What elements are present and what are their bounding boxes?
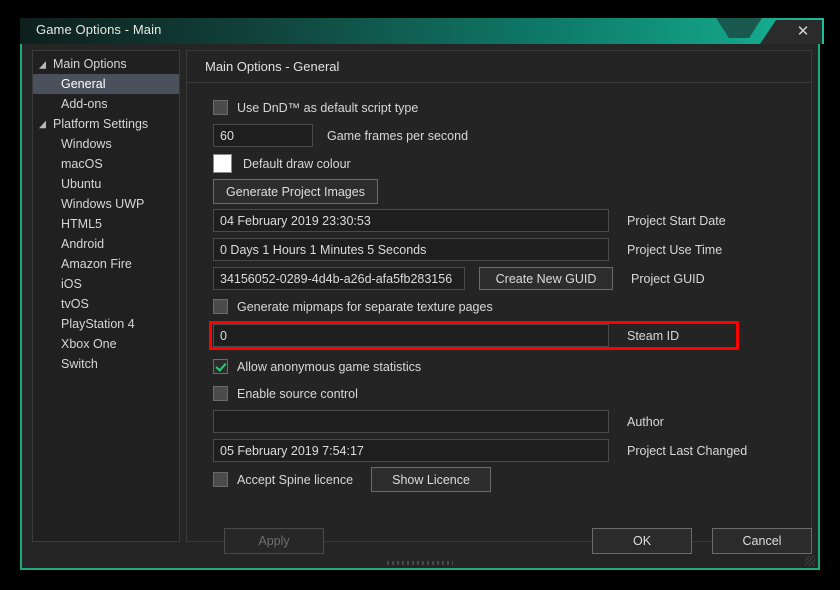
tree-item-platform-settings[interactable]: ◢ Platform Settings [33, 114, 179, 134]
use-dnd-checkbox[interactable] [213, 100, 228, 115]
tree-item-tvos[interactable]: tvOS [33, 294, 179, 314]
title-bar-notch [716, 18, 762, 38]
tree-item-general[interactable]: General [33, 74, 179, 94]
project-guid-label: Project GUID [631, 271, 705, 286]
allow-anonymous-statistics-label: Allow anonymous game statistics [237, 359, 422, 374]
tree-item-add-ons[interactable]: Add-ons [33, 94, 179, 114]
row-anonymous-statistics: Allow anonymous game statistics [187, 354, 811, 379]
expander-icon[interactable]: ◢ [39, 118, 51, 130]
tree-item-playstation-4[interactable]: PlayStation 4 [33, 314, 179, 334]
generate-mipmaps-checkbox[interactable] [213, 299, 228, 314]
project-guid-input[interactable] [213, 267, 465, 290]
tree-item-label: Add-ons [61, 97, 108, 111]
tree-item-ubuntu[interactable]: Ubuntu [33, 174, 179, 194]
tree-item-label: HTML5 [61, 217, 102, 231]
tree-item-label: Platform Settings [53, 117, 149, 131]
panel-title: Main Options - General [187, 51, 811, 83]
ok-button[interactable]: OK [592, 528, 692, 554]
resize-grip[interactable] [387, 561, 453, 565]
default-draw-colour-swatch[interactable] [213, 154, 232, 173]
steam-id-input[interactable] [213, 324, 609, 347]
tree-item-label: Switch [61, 357, 98, 371]
corner-resize-grip[interactable] [805, 556, 815, 566]
tree-item-label: Windows [61, 137, 112, 151]
default-draw-colour-label: Default draw colour [243, 156, 351, 171]
dialog-footer: Apply OK Cancel [22, 516, 818, 568]
tree-item-label: macOS [61, 157, 103, 171]
tree-item-label: Windows UWP [61, 197, 145, 211]
game-fps-input[interactable] [213, 124, 313, 147]
title-bar[interactable]: Game Options - Main ✕ [20, 18, 824, 44]
row-generate-project-images: Generate Project Images [187, 178, 811, 205]
author-label: Author [627, 414, 664, 429]
tree-item-label: Ubuntu [61, 177, 102, 191]
row-default-draw-colour: Default draw colour [187, 151, 811, 176]
tree-item-main-options[interactable]: ◢ Main Options [33, 54, 179, 74]
show-licence-button[interactable]: Show Licence [371, 467, 492, 492]
expander-icon[interactable]: ◢ [39, 58, 51, 70]
accept-spine-licence-checkbox[interactable] [213, 472, 228, 487]
tree-item-label: iOS [61, 277, 82, 291]
general-options-form: Use DnD™ as default script type Game fra… [187, 83, 811, 493]
cancel-button[interactable]: Cancel [712, 528, 812, 554]
tree-item-label: Android [61, 237, 105, 251]
tree-item-xbox-one[interactable]: Xbox One [33, 334, 179, 354]
game-options-dialog: Game Options - Main ✕ ◢ Main Options Gen… [20, 18, 824, 570]
row-project-start-date: Project Start Date [187, 207, 811, 234]
tree-item-amazon-fire[interactable]: Amazon Fire [33, 254, 179, 274]
project-start-date-label: Project Start Date [627, 213, 726, 228]
tree-item-windows-uwp[interactable]: Windows UWP [33, 194, 179, 214]
game-fps-label: Game frames per second [327, 128, 469, 143]
enable-source-control-label: Enable source control [237, 386, 358, 401]
tree-item-label: tvOS [61, 297, 89, 311]
project-last-changed-input[interactable] [213, 439, 609, 462]
dialog-body: ◢ Main Options General Add-ons ◢ Platfor… [22, 44, 818, 568]
row-source-control: Enable source control [187, 381, 811, 406]
row-project-use-time: Project Use Time [187, 236, 811, 263]
tree-item-label: Amazon Fire [61, 257, 132, 271]
window-title: Game Options - Main [36, 22, 162, 37]
row-project-guid: Create New GUID Project GUID [187, 265, 811, 292]
project-last-changed-label: Project Last Changed [627, 443, 748, 458]
tree-item-label: General [61, 77, 106, 91]
use-dnd-label: Use DnD™ as default script type [237, 100, 419, 115]
project-start-date-input[interactable] [213, 209, 609, 232]
settings-panel: Main Options - General Use DnD™ as defau… [186, 50, 812, 542]
row-author: Author [187, 408, 811, 435]
generate-project-images-button[interactable]: Generate Project Images [213, 179, 378, 204]
create-new-guid-button[interactable]: Create New GUID [479, 267, 613, 290]
enable-source-control-checkbox[interactable] [213, 386, 228, 401]
tree-item-macos[interactable]: macOS [33, 154, 179, 174]
row-use-dnd: Use DnD™ as default script type [187, 95, 811, 120]
settings-tree: ◢ Main Options General Add-ons ◢ Platfor… [32, 50, 180, 542]
project-use-time-label: Project Use Time [627, 242, 723, 257]
author-input[interactable] [213, 410, 609, 433]
project-use-time-input[interactable] [213, 238, 609, 261]
tree-item-ios[interactable]: iOS [33, 274, 179, 294]
close-icon[interactable]: ✕ [790, 20, 816, 42]
row-generate-mipmaps: Generate mipmaps for separate texture pa… [187, 294, 811, 319]
tree-item-windows[interactable]: Windows [33, 134, 179, 154]
row-steam-id: Steam ID [187, 321, 811, 350]
accept-spine-licence-label: Accept Spine licence [237, 472, 354, 487]
generate-mipmaps-label: Generate mipmaps for separate texture pa… [237, 299, 493, 314]
row-project-last-changed: Project Last Changed [187, 437, 811, 464]
tree-item-label: Main Options [53, 57, 127, 71]
tree-item-label: Xbox One [61, 337, 117, 351]
tree-item-label: PlayStation 4 [61, 317, 135, 331]
allow-anonymous-statistics-checkbox[interactable] [213, 359, 228, 374]
tree-item-html5[interactable]: HTML5 [33, 214, 179, 234]
row-spine-licence: Accept Spine licence Show Licence [187, 466, 811, 493]
apply-button[interactable]: Apply [224, 528, 324, 554]
steam-id-label: Steam ID [627, 328, 680, 343]
tree-item-android[interactable]: Android [33, 234, 179, 254]
tree-item-switch[interactable]: Switch [33, 354, 179, 374]
row-game-fps: Game frames per second [187, 122, 811, 149]
